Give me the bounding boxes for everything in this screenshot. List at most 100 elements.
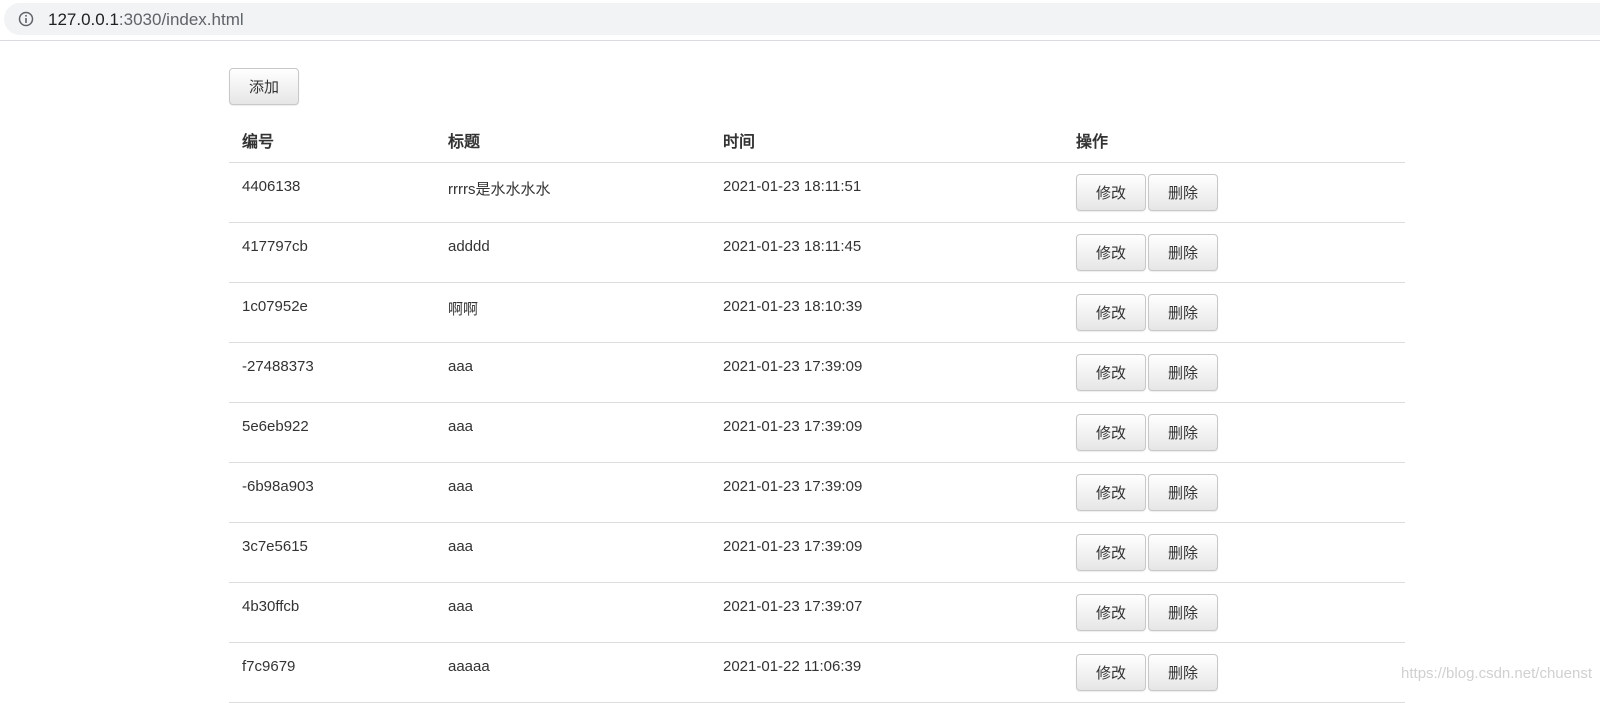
row-time: 2021-01-23 17:39:07: [723, 598, 863, 615]
cell-id: 417797cb: [229, 222, 435, 283]
cell-id: -27488373: [229, 342, 435, 403]
info-icon[interactable]: [18, 11, 34, 27]
cell-actions: 修改 删除: [1063, 222, 1405, 283]
cell-title: rrrrs是水水水水: [435, 162, 710, 223]
cell-title: aaa: [435, 462, 710, 523]
cell-actions: 修改 删除: [1063, 462, 1405, 523]
delete-button[interactable]: 删除: [1148, 294, 1218, 331]
row-title: rrrrs是水水水水: [448, 181, 551, 198]
watermark: https://blog.csdn.net/chuenst: [1401, 665, 1592, 682]
url-text[interactable]: 127.0.0.1:3030/index.html: [48, 10, 244, 30]
edit-button[interactable]: 修改: [1076, 654, 1146, 691]
row-time: 2021-01-23 18:10:39: [723, 298, 863, 315]
edit-button[interactable]: 修改: [1076, 414, 1146, 451]
url-omnibox[interactable]: 127.0.0.1:3030/index.html: [4, 3, 1600, 35]
cell-title: aaa: [435, 582, 710, 643]
row-id: 1c07952e: [242, 298, 308, 315]
cell-id: 4b30ffcb: [229, 582, 435, 643]
row-id: -27488373: [242, 358, 314, 375]
table-row: f7c9679 aaaaa 2021-01-22 11:06:39 修改 删除: [229, 642, 1405, 703]
cell-actions: 修改 删除: [1063, 282, 1405, 343]
cell-time: 2021-01-23 17:39:07: [710, 582, 1063, 643]
edit-button[interactable]: 修改: [1076, 174, 1146, 211]
cell-actions: 修改 删除: [1063, 342, 1405, 403]
cell-time: 2021-01-23 17:39:09: [710, 462, 1063, 523]
cell-id: 3c7e5615: [229, 522, 435, 583]
row-title: aaa: [448, 538, 474, 555]
row-time: 2021-01-23 17:39:09: [723, 418, 863, 435]
cell-title: adddd: [435, 222, 710, 283]
table-body: 4406138 rrrrs是水水水水 2021-01-23 18:11:51 修改 删除…: [229, 162, 1405, 703]
row-id: 4b30ffcb: [242, 598, 300, 615]
cell-title: aaa: [435, 522, 710, 583]
table-row: 4b30ffcb aaa 2021-01-23 17:39:07 修改 删除: [229, 582, 1405, 643]
cell-time: 2021-01-23 17:39:09: [710, 522, 1063, 583]
row-title: 啊啊: [448, 301, 479, 318]
delete-button[interactable]: 删除: [1148, 534, 1218, 571]
edit-button[interactable]: 修改: [1076, 354, 1146, 391]
delete-button[interactable]: 删除: [1148, 474, 1218, 511]
row-time: 2021-01-23 18:11:45: [723, 238, 862, 255]
cell-actions: 修改 删除: [1063, 162, 1405, 223]
delete-button[interactable]: 删除: [1148, 654, 1218, 691]
cell-title: 啊啊: [435, 282, 710, 343]
row-title: aaaaa: [448, 658, 490, 675]
cell-actions: 修改 删除: [1063, 402, 1405, 463]
cell-actions: 修改 删除: [1063, 642, 1405, 703]
cell-id: 1c07952e: [229, 282, 435, 343]
cell-id: -6b98a903: [229, 462, 435, 523]
cell-title: aaaaa: [435, 642, 710, 703]
row-id: f7c9679: [242, 658, 296, 675]
cell-time: 2021-01-23 18:11:45: [710, 222, 1063, 283]
row-time: 2021-01-23 18:11:51: [723, 178, 862, 195]
cell-time: 2021-01-23 17:39:09: [710, 402, 1063, 463]
header-id: 编号: [229, 118, 435, 163]
header-title: 标题: [435, 118, 710, 163]
row-id: 4406138: [242, 178, 301, 195]
cell-id: f7c9679: [229, 642, 435, 703]
edit-button[interactable]: 修改: [1076, 474, 1146, 511]
cell-time: 2021-01-22 11:06:39: [710, 642, 1063, 703]
delete-button[interactable]: 删除: [1148, 234, 1218, 271]
row-time: 2021-01-23 17:39:09: [723, 478, 863, 495]
cell-actions: 修改 删除: [1063, 582, 1405, 643]
row-time: 2021-01-22 11:06:39: [723, 658, 862, 675]
browser-address-bar: 127.0.0.1:3030/index.html: [0, 0, 1600, 41]
delete-button[interactable]: 删除: [1148, 594, 1218, 631]
edit-button[interactable]: 修改: [1076, 534, 1146, 571]
edit-button[interactable]: 修改: [1076, 294, 1146, 331]
row-title: aaa: [448, 478, 474, 495]
header-actions: 操作: [1063, 118, 1405, 163]
row-title: aaa: [448, 358, 474, 375]
row-id: -6b98a903: [242, 478, 314, 495]
edit-button[interactable]: 修改: [1076, 234, 1146, 271]
edit-button[interactable]: 修改: [1076, 594, 1146, 631]
row-time: 2021-01-23 17:39:09: [723, 538, 863, 555]
delete-button[interactable]: 删除: [1148, 354, 1218, 391]
cell-time: 2021-01-23 17:39:09: [710, 342, 1063, 403]
cell-title: aaa: [435, 402, 710, 463]
records-table: 编号 标题 时间 操作 4406138 rrrrs是水水水水 2021-01-23 …: [229, 118, 1405, 703]
url-path: :3030/index.html: [118, 10, 244, 29]
table-row: 4406138 rrrrs是水水水水 2021-01-23 18:11:51 修改 删除: [229, 162, 1405, 223]
table-row: 5e6eb922 aaa 2021-01-23 17:39:09 修改 删除: [229, 402, 1405, 463]
cell-id: 4406138: [229, 162, 435, 223]
delete-button[interactable]: 删除: [1148, 414, 1218, 451]
table-row: 417797cb adddd 2021-01-23 18:11:45 修改 删除: [229, 222, 1405, 283]
url-host: 127.0.0.1: [48, 10, 119, 29]
cell-actions: 修改 删除: [1063, 522, 1405, 583]
cell-id: 5e6eb922: [229, 402, 435, 463]
row-time: 2021-01-23 17:39:09: [723, 358, 863, 375]
table-row: 3c7e5615 aaa 2021-01-23 17:39:09 修改 删除: [229, 522, 1405, 583]
delete-button[interactable]: 删除: [1148, 174, 1218, 211]
row-title: adddd: [448, 238, 490, 255]
table-row: -6b98a903 aaa 2021-01-23 17:39:09 修改 删除: [229, 462, 1405, 523]
row-title: aaa: [448, 598, 474, 615]
header-time: 时间: [710, 118, 1063, 163]
add-button[interactable]: 添加: [229, 68, 299, 105]
table-row: 1c07952e 啊啊 2021-01-23 18:10:39 修改 删除: [229, 282, 1405, 343]
row-id: 5e6eb922: [242, 418, 309, 435]
cell-time: 2021-01-23 18:11:51: [710, 162, 1063, 223]
row-title: aaa: [448, 418, 474, 435]
table-row: -27488373 aaa 2021-01-23 17:39:09 修改 删除: [229, 342, 1405, 403]
